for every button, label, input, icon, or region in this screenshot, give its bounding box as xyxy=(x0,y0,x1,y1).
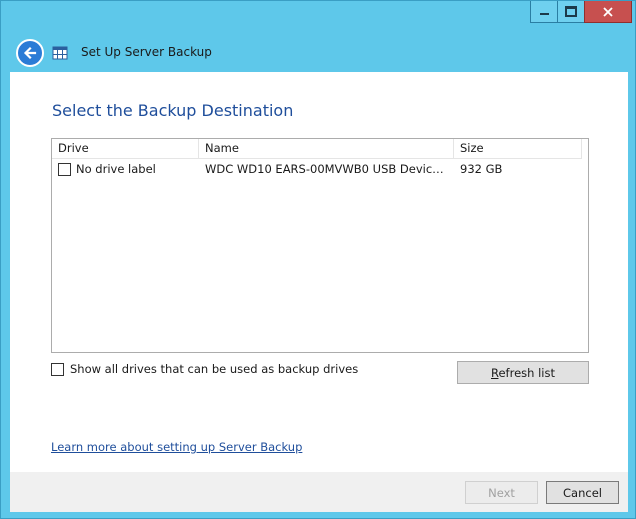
column-header-name[interactable]: Name xyxy=(199,139,454,158)
wizard-footer: Next Cancel xyxy=(10,472,628,512)
page-title: Select the Backup Destination xyxy=(52,101,294,120)
drive-size: 932 GB xyxy=(460,162,503,176)
window-title: Set Up Server Backup xyxy=(81,45,212,59)
drive-name: WDC WD10 EARS-00MVWB0 USB Device Dri... xyxy=(205,162,447,176)
cancel-button[interactable]: Cancel xyxy=(546,481,619,504)
refresh-list-label: Refresh list xyxy=(491,365,555,380)
back-button[interactable] xyxy=(16,39,44,67)
minimize-button[interactable] xyxy=(530,1,558,23)
show-all-drives-option[interactable]: Show all drives that can be used as back… xyxy=(51,362,358,376)
show-all-drives-checkbox[interactable] xyxy=(51,362,64,376)
drive-checkbox[interactable] xyxy=(58,162,71,176)
learn-more-link[interactable]: Learn more about setting up Server Backu… xyxy=(51,440,302,454)
close-button[interactable] xyxy=(584,1,632,23)
close-icon xyxy=(603,6,613,17)
drive-list[interactable]: Drive Name Size No drive label WDC WD10 … xyxy=(51,138,589,353)
show-all-drives-label[interactable]: Show all drives that can be used as back… xyxy=(70,362,358,376)
wizard-window: Set Up Server Backup Select the Backup D… xyxy=(0,0,636,519)
table-row[interactable]: No drive label WDC WD10 EARS-00MVWB0 USB… xyxy=(52,159,588,179)
back-arrow-icon xyxy=(23,46,37,60)
maximize-button[interactable] xyxy=(557,1,585,23)
next-button[interactable]: Next xyxy=(465,481,538,504)
refresh-list-button[interactable]: Refresh list xyxy=(457,361,589,384)
drive-cell: No drive label xyxy=(58,159,198,179)
maximize-icon xyxy=(565,6,577,17)
server-backup-icon xyxy=(52,46,68,60)
minimize-icon xyxy=(539,12,549,15)
column-header-drive[interactable]: Drive xyxy=(52,139,199,158)
column-header-size[interactable]: Size xyxy=(454,139,582,158)
drive-label: No drive label xyxy=(76,162,156,176)
list-header: Drive Name Size xyxy=(52,139,582,159)
content-pane: Select the Backup Destination Drive Name… xyxy=(10,72,628,472)
